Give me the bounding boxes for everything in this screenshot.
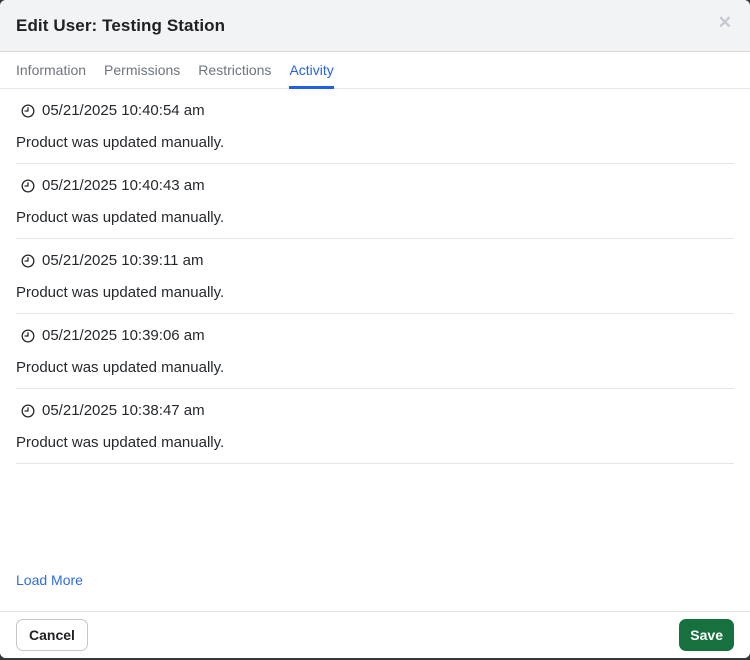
clock-icon xyxy=(21,404,35,418)
entry-message: Product was updated manually. xyxy=(16,132,734,153)
activity-entry: 05/21/2025 10:40:43 am Product was updat… xyxy=(16,164,734,239)
modal-footer: Cancel Save xyxy=(0,611,750,658)
entry-timestamp-row: 05/21/2025 10:39:11 am xyxy=(16,250,734,271)
entry-timestamp-row: 05/21/2025 10:40:43 am xyxy=(16,175,734,196)
load-more-link[interactable]: Load More xyxy=(16,572,83,588)
entry-timestamp: 05/21/2025 10:39:11 am xyxy=(42,250,204,271)
clock-icon xyxy=(21,104,35,118)
tab-information-label: Information xyxy=(16,62,86,78)
entry-timestamp: 05/21/2025 10:39:06 am xyxy=(42,325,205,346)
entry-timestamp-row: 05/21/2025 10:39:06 am xyxy=(16,325,734,346)
tab-bar: Information Permissions Restrictions Act… xyxy=(0,52,750,89)
modal-title: Edit User: Testing Station xyxy=(16,16,225,36)
tab-permissions-label: Permissions xyxy=(104,62,180,78)
entry-message: Product was updated manually. xyxy=(16,282,734,303)
entry-message: Product was updated manually. xyxy=(16,357,734,378)
activity-entry: 05/21/2025 10:39:06 am Product was updat… xyxy=(16,314,734,389)
clock-icon xyxy=(21,179,35,193)
tab-activity-label: Activity xyxy=(289,62,333,78)
activity-entry: 05/21/2025 10:38:47 am Product was updat… xyxy=(16,389,734,464)
tab-restrictions-label: Restrictions xyxy=(198,62,271,78)
activity-entry: 05/21/2025 10:40:54 am Product was updat… xyxy=(16,89,734,164)
edit-user-modal: Edit User: Testing Station ✕ Information… xyxy=(0,0,750,658)
entry-timestamp-row: 05/21/2025 10:40:54 am xyxy=(16,100,734,121)
entry-timestamp: 05/21/2025 10:38:47 am xyxy=(42,400,205,421)
modal-header: Edit User: Testing Station ✕ xyxy=(0,0,750,52)
entry-message: Product was updated manually. xyxy=(16,207,734,228)
entry-timestamp: 05/21/2025 10:40:43 am xyxy=(42,175,205,196)
tab-information[interactable]: Information xyxy=(16,52,86,89)
tab-restrictions[interactable]: Restrictions xyxy=(198,52,271,89)
clock-icon xyxy=(21,254,35,268)
activity-entry: 05/21/2025 10:39:11 am Product was updat… xyxy=(16,239,734,314)
close-icon[interactable]: ✕ xyxy=(716,12,734,33)
cancel-button[interactable]: Cancel xyxy=(16,619,88,651)
clock-icon xyxy=(21,329,35,343)
entry-message: Product was updated manually. xyxy=(16,432,734,453)
tab-permissions[interactable]: Permissions xyxy=(104,52,180,89)
entry-timestamp: 05/21/2025 10:40:54 am xyxy=(42,100,205,121)
entry-timestamp-row: 05/21/2025 10:38:47 am xyxy=(16,400,734,421)
tab-activity[interactable]: Activity xyxy=(289,52,333,89)
save-button[interactable]: Save xyxy=(679,619,734,651)
activity-list: 05/21/2025 10:40:54 am Product was updat… xyxy=(0,89,750,611)
